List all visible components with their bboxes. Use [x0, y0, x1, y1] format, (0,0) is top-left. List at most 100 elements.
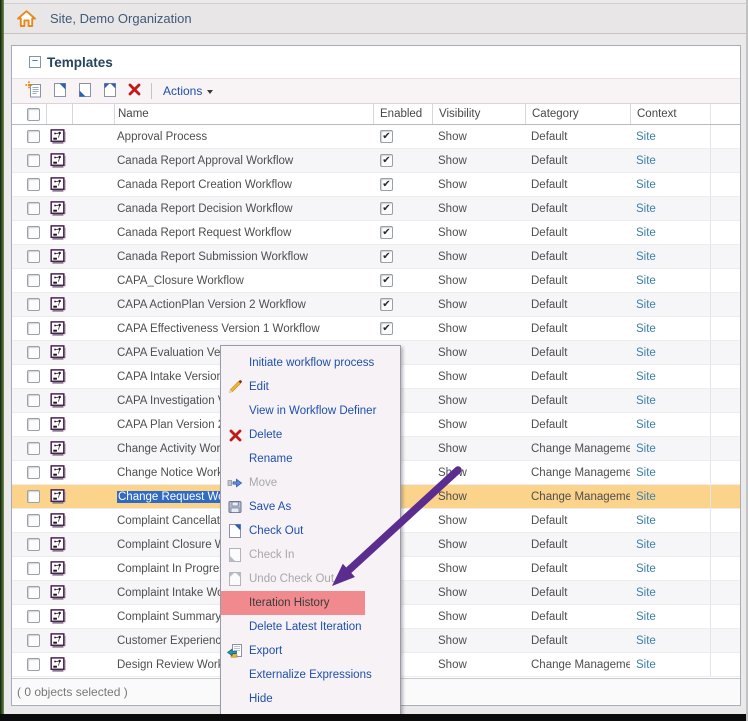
context-link[interactable]: Site — [636, 323, 656, 335]
enabled-checkbox[interactable]: ✔ — [380, 226, 393, 239]
context-link[interactable]: Site — [636, 419, 656, 431]
row-checkbox[interactable] — [27, 226, 40, 239]
enabled-checkbox[interactable]: ✔ — [380, 322, 393, 335]
menu-item-delete-latest-iteration[interactable]: Delete Latest Iteration — [221, 615, 400, 639]
row-name[interactable]: Canada Report Approval Workflow — [114, 149, 373, 172]
row-name[interactable]: CAPA ActionPlan Version 2 Workflow — [114, 293, 373, 316]
row-checkbox[interactable] — [27, 586, 40, 599]
menu-item-hide[interactable]: Hide — [221, 687, 400, 711]
column-header-visibility[interactable]: Visibility — [432, 104, 525, 124]
undo-check-out-button[interactable] — [98, 80, 121, 102]
enabled-checkbox[interactable]: ✔ — [380, 154, 393, 167]
row-name[interactable]: Canada Report Request Workflow — [114, 221, 373, 244]
context-link[interactable]: Site — [636, 491, 656, 503]
context-link[interactable]: Site — [636, 155, 656, 167]
menu-item-externalize-expressions[interactable]: Externalize Expressions — [221, 663, 400, 687]
menu-item-edit[interactable]: Edit — [221, 375, 400, 399]
context-link[interactable]: Site — [636, 587, 656, 599]
table-row[interactable]: Canada Report Creation Workflow ✔ Show Defa… — [12, 173, 740, 197]
menu-item-view-in-workflow-definer[interactable]: View in Workflow Definer — [221, 399, 400, 423]
row-name[interactable]: Approval Process — [114, 125, 373, 148]
context-link[interactable]: Site — [636, 635, 656, 647]
row-checkbox[interactable] — [27, 514, 40, 527]
row-checkbox[interactable] — [27, 346, 40, 359]
table-row[interactable]: CAPA ActionPlan Version 2 Workflow ✔ Show D… — [12, 293, 740, 317]
enabled-checkbox[interactable]: ✔ — [380, 202, 393, 215]
row-checkbox[interactable] — [27, 634, 40, 647]
row-name[interactable]: CAPA_Closure Workflow — [114, 269, 373, 292]
table-row[interactable]: CAPA Effectiveness Version 1 Workflow ✔ Sh… — [12, 317, 740, 341]
row-checkbox[interactable] — [27, 250, 40, 263]
menu-item-undo-check-out[interactable]: Undo Check Out — [221, 567, 400, 591]
context-link[interactable]: Site — [636, 371, 656, 383]
row-checkbox[interactable] — [27, 322, 40, 335]
menu-item-iteration-history[interactable]: Iteration History — [221, 591, 400, 615]
context-link[interactable]: Site — [636, 515, 656, 527]
menu-item-rename[interactable]: Rename — [221, 447, 400, 471]
select-all-checkbox[interactable] — [27, 107, 40, 121]
context-link[interactable]: Site — [636, 539, 656, 551]
menu-item-export[interactable]: Export — [221, 639, 400, 663]
home-icon[interactable] — [17, 10, 36, 27]
table-row[interactable]: Canada Report Approval Workflow ✔ Show Defa… — [12, 149, 740, 173]
row-checkbox[interactable] — [27, 466, 40, 479]
row-checkbox[interactable] — [27, 130, 40, 143]
row-checkbox[interactable] — [27, 274, 40, 287]
column-header-name[interactable]: Name — [114, 104, 373, 124]
row-checkbox[interactable] — [27, 202, 40, 215]
row-checkbox[interactable] — [27, 418, 40, 431]
context-link[interactable]: Site — [636, 347, 656, 359]
context-link[interactable]: Site — [636, 467, 656, 479]
row-checkbox[interactable] — [27, 154, 40, 167]
menu-item-check-out[interactable]: Check Out — [221, 519, 400, 543]
row-checkbox[interactable] — [27, 178, 40, 191]
row-name[interactable]: Canada Report Creation Workflow — [114, 173, 373, 196]
row-checkbox[interactable] — [27, 538, 40, 551]
enabled-checkbox[interactable]: ✔ — [380, 298, 393, 311]
context-link[interactable]: Site — [636, 203, 656, 215]
check-out-button[interactable] — [48, 80, 71, 102]
enabled-checkbox[interactable]: ✔ — [380, 274, 393, 287]
new-template-button[interactable] — [23, 80, 46, 102]
column-header-enabled[interactable]: Enabled — [373, 104, 432, 124]
context-link[interactable]: Site — [636, 611, 656, 623]
row-checkbox[interactable] — [27, 442, 40, 455]
context-link[interactable]: Site — [636, 443, 656, 455]
row-name[interactable]: Canada Report Decision Workflow — [114, 197, 373, 220]
column-header-category[interactable]: Category — [525, 104, 630, 124]
context-link[interactable]: Site — [636, 395, 656, 407]
menu-item-initiate-workflow-process[interactable]: Initiate workflow process — [221, 351, 400, 375]
row-checkbox[interactable] — [27, 562, 40, 575]
enabled-checkbox[interactable]: ✔ — [380, 250, 393, 263]
row-checkbox[interactable] — [27, 610, 40, 623]
table-row[interactable]: Canada Report Request Workflow ✔ Show Defau… — [12, 221, 740, 245]
row-checkbox[interactable] — [27, 658, 40, 671]
menu-item-check-in[interactable]: Check In — [221, 543, 400, 567]
table-row[interactable]: Approval Process ✔ Show Default Site — [12, 125, 740, 149]
row-checkbox[interactable] — [27, 370, 40, 383]
row-name[interactable]: CAPA Effectiveness Version 1 Workflow — [114, 317, 373, 340]
column-header-context[interactable]: Context — [630, 104, 710, 124]
menu-item-delete[interactable]: Delete — [221, 423, 400, 447]
check-in-button[interactable] — [73, 80, 96, 102]
actions-menu-button[interactable]: Actions — [159, 82, 217, 100]
collapse-icon[interactable]: − — [29, 56, 41, 68]
context-link[interactable]: Site — [636, 227, 656, 239]
menu-item-move[interactable]: Move — [221, 471, 400, 495]
row-checkbox[interactable] — [27, 298, 40, 311]
context-link[interactable]: Site — [636, 563, 656, 575]
row-name[interactable]: Canada Report Submission Workflow — [114, 245, 373, 268]
context-link[interactable]: Site — [636, 299, 656, 311]
context-link[interactable]: Site — [636, 659, 656, 671]
table-row[interactable]: Canada Report Submission Workflow ✔ Show De… — [12, 245, 740, 269]
delete-button[interactable] — [123, 80, 146, 102]
context-link[interactable]: Site — [636, 179, 656, 191]
context-link[interactable]: Site — [636, 275, 656, 287]
context-link[interactable]: Site — [636, 131, 656, 143]
table-row[interactable]: Canada Report Decision Workflow ✔ Show Defa… — [12, 197, 740, 221]
row-checkbox[interactable] — [27, 490, 40, 503]
menu-item-save-as[interactable]: Save As — [221, 495, 400, 519]
enabled-checkbox[interactable]: ✔ — [380, 178, 393, 191]
row-checkbox[interactable] — [27, 394, 40, 407]
table-row[interactable]: CAPA_Closure Workflow ✔ Show Default Site — [12, 269, 740, 293]
